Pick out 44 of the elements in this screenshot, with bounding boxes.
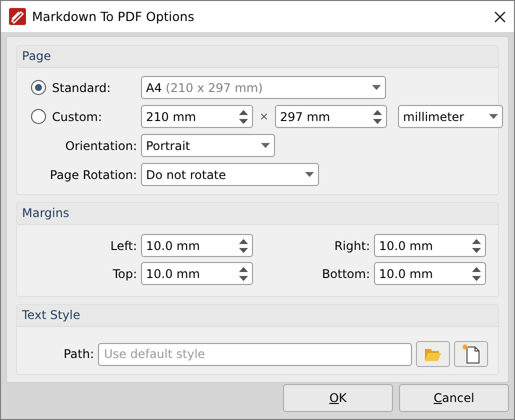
spinner-icon[interactable] <box>239 238 248 252</box>
app-logo-icon <box>9 8 26 25</box>
margin-spinbox[interactable]: 10.0 mm <box>374 234 486 257</box>
caret-icon <box>261 143 270 148</box>
path-field[interactable]: Use default style <box>98 342 412 366</box>
height-spinbox[interactable]: 297 mm <box>275 105 387 128</box>
caret-icon <box>305 172 314 177</box>
orientation-dropdown[interactable]: Portrait <box>141 134 275 157</box>
page-size-dropdown[interactable]: A4 (210 x 297 mm) <box>141 76 386 99</box>
margin-spinbox[interactable]: 10.0 mm <box>141 262 253 285</box>
dialog-button[interactable]: Cancel <box>399 384 509 412</box>
new-file-button[interactable] <box>454 341 488 367</box>
margin-spinbox[interactable]: 10.0 mm <box>141 234 253 257</box>
spinner-icon[interactable] <box>239 266 248 280</box>
margin-spinbox[interactable]: 10.0 mm <box>374 262 486 285</box>
caret-icon <box>372 85 381 90</box>
spinner-icon[interactable] <box>239 110 248 124</box>
radio-label: Custom: <box>52 110 102 124</box>
width-spinbox[interactable]: 210 mm <box>141 105 253 128</box>
unit-dropdown[interactable]: millimeter <box>398 105 503 128</box>
field-label: Path: <box>62 347 94 361</box>
caret-icon <box>489 114 498 119</box>
window-title: Markdown To PDF Options <box>32 9 196 24</box>
group-title: Page <box>17 46 498 68</box>
field-label: Left: <box>109 238 137 252</box>
field-label: Bottom: <box>320 266 370 280</box>
rotation-dropdown[interactable]: Do not rotate <box>141 163 319 186</box>
new-file-icon <box>462 344 480 364</box>
radio-label: Standard: <box>52 80 111 94</box>
times-sign: × <box>258 110 270 123</box>
dialog-button[interactable]: OK <box>283 384 393 412</box>
group-title: Margins <box>17 203 498 225</box>
spinner-icon[interactable] <box>472 238 481 252</box>
radio-button[interactable] <box>31 80 46 95</box>
field-label: Right: <box>333 238 370 252</box>
field-label: Page Rotation: <box>48 168 137 182</box>
field-label: Orientation: <box>64 138 137 152</box>
spinner-icon[interactable] <box>373 110 382 124</box>
group-title: Text Style <box>17 305 498 327</box>
spinner-icon[interactable] <box>472 266 481 280</box>
field-label: Top: <box>112 266 137 280</box>
radio-button[interactable] <box>31 109 46 124</box>
close-icon[interactable] <box>494 10 506 22</box>
folder-icon <box>425 348 441 360</box>
